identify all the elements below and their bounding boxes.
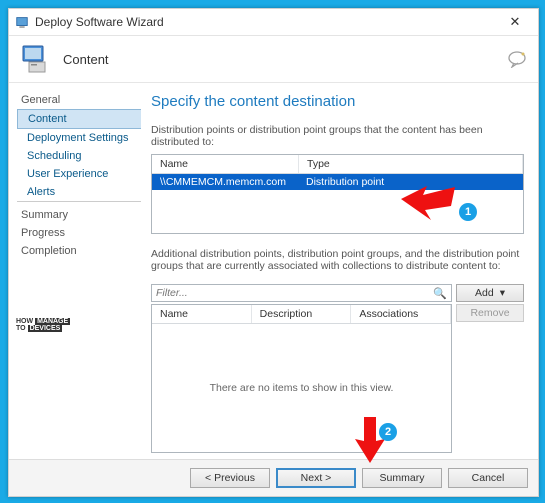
desc-additional: Additional distribution points, distribu… xyxy=(151,248,524,272)
close-icon[interactable]: ✕ xyxy=(498,14,532,30)
computer-icon xyxy=(19,42,53,76)
cell-name: \\CMMEMCM.memcm.com xyxy=(152,174,298,190)
desc-distributed: Distribution points or distribution poin… xyxy=(151,124,524,148)
main-pane: Specify the content destination Distribu… xyxy=(141,83,538,459)
search-icon[interactable]: 🔍 xyxy=(429,287,451,300)
hint-icon[interactable] xyxy=(508,50,528,68)
col-type[interactable]: Type xyxy=(299,155,523,173)
additional-list[interactable]: Name Description Associations There are … xyxy=(151,304,452,453)
sidebar-item-user-experience[interactable]: User Experience xyxy=(17,165,141,183)
heading: Specify the content destination xyxy=(151,93,524,110)
sidebar-item-deployment-settings[interactable]: Deployment Settings xyxy=(17,129,141,147)
list-header: Name Type xyxy=(152,155,523,174)
header: Content xyxy=(9,36,538,83)
wizard-icon xyxy=(15,15,29,29)
summary-button[interactable]: Summary xyxy=(362,468,442,488)
sidebar-group-general[interactable]: General xyxy=(17,91,141,109)
empty-message: There are no items to show in this view. xyxy=(152,324,451,452)
annotation-badge-1: 1 xyxy=(459,203,477,221)
cancel-button[interactable]: Cancel xyxy=(448,468,528,488)
list-header: Name Description Associations xyxy=(152,305,451,324)
sidebar-item-scheduling[interactable]: Scheduling xyxy=(17,147,141,165)
sidebar-group-completion[interactable]: Completion xyxy=(17,242,141,260)
col-name[interactable]: Name xyxy=(152,155,299,173)
remove-button: Remove xyxy=(456,304,524,322)
table-row[interactable]: \\CMMEMCM.memcm.com Distribution point xyxy=(152,174,523,190)
sidebar-item-alerts[interactable]: Alerts xyxy=(17,183,141,202)
sidebar-item-content[interactable]: Content xyxy=(17,109,141,129)
distributed-list[interactable]: Name Type \\CMMEMCM.memcm.com Distributi… xyxy=(151,154,524,234)
col-name[interactable]: Name xyxy=(152,305,252,323)
add-label: Add xyxy=(475,287,494,299)
footer: < Previous Next > Summary Cancel xyxy=(9,459,538,496)
filter-box[interactable]: 🔍 xyxy=(151,284,452,302)
window-title: Deploy Software Wizard xyxy=(35,15,498,29)
cell-type: Distribution point xyxy=(298,174,523,190)
page-title: Content xyxy=(63,52,109,67)
watermark-logo: HOW MANAGE TO DEVICES xyxy=(16,318,70,332)
previous-button[interactable]: < Previous xyxy=(190,468,270,488)
sidebar-group-summary[interactable]: Summary xyxy=(17,206,141,224)
col-associations[interactable]: Associations xyxy=(351,305,451,323)
titlebar: Deploy Software Wizard ✕ xyxy=(9,9,538,36)
chevron-down-icon: ▾ xyxy=(500,287,505,299)
sidebar: General Content Deployment Settings Sche… xyxy=(9,83,141,459)
sidebar-group-progress[interactable]: Progress xyxy=(17,224,141,242)
annotation-badge-2: 2 xyxy=(379,423,397,441)
filter-input[interactable] xyxy=(152,285,429,301)
add-button[interactable]: Add ▾ xyxy=(456,284,524,302)
next-button[interactable]: Next > xyxy=(276,468,356,488)
col-description[interactable]: Description xyxy=(252,305,352,323)
